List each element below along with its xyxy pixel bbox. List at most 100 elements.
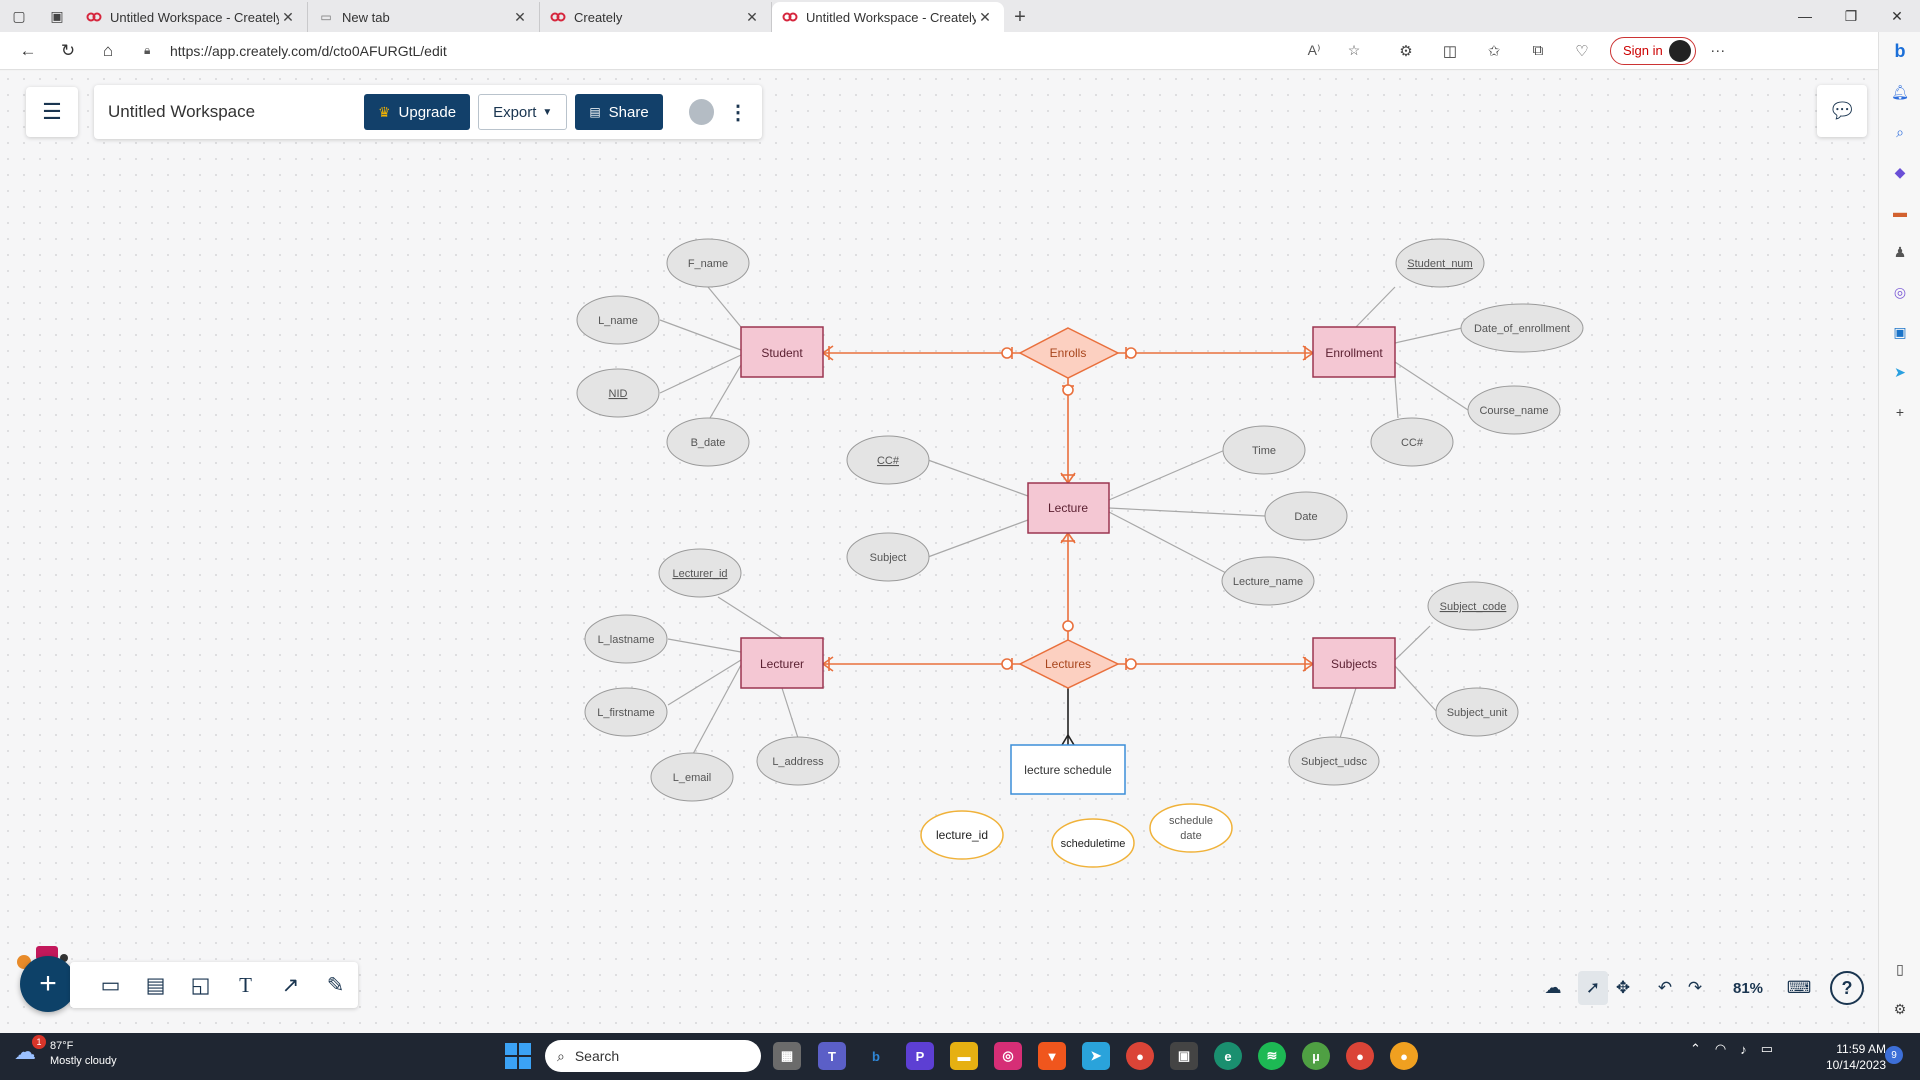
- taskbar-search-field[interactable]: ⌕ Search: [545, 1040, 761, 1072]
- send-icon[interactable]: ➤: [1879, 357, 1920, 387]
- help-button[interactable]: ?: [1830, 971, 1864, 1005]
- system-clock[interactable]: 11:59 AM 10/14/2023: [1816, 1041, 1886, 1073]
- select-pointer-icon[interactable]: ➚: [1578, 971, 1608, 1005]
- windows-start-icon[interactable]: [505, 1043, 531, 1069]
- add-shape-button[interactable]: +: [20, 956, 76, 1012]
- volume-icon[interactable]: ♪: [1740, 1042, 1747, 1057]
- user-presence-avatar[interactable]: [688, 99, 714, 125]
- bing-icon[interactable]: b: [862, 1042, 890, 1070]
- notification-badge[interactable]: 9: [1885, 1046, 1903, 1064]
- battery-icon[interactable]: ▭: [1761, 1041, 1773, 1057]
- entity-student[interactable]: Student: [740, 326, 824, 378]
- attribute-student-num[interactable]: Student_num: [1395, 238, 1485, 288]
- relationship-enrolls[interactable]: Enrolls: [1018, 327, 1120, 379]
- workspace-title[interactable]: Untitled Workspace: [108, 102, 364, 122]
- share-button[interactable]: ▤ Share: [575, 94, 663, 130]
- entity-lecturer[interactable]: Lecturer: [740, 637, 824, 689]
- close-window-icon[interactable]: ✕: [1874, 0, 1920, 32]
- toolbox-icon[interactable]: ▬: [1879, 197, 1920, 227]
- attribute-lecture-id[interactable]: lecture_id: [920, 810, 1004, 860]
- weather-widget[interactable]: ☁ 1 87°F Mostly cloudy: [14, 1035, 117, 1069]
- er-diagram: Student Enrollment Lecture Lecturer Subj…: [576, 238, 1584, 868]
- utorrent-icon[interactable]: µ: [1302, 1042, 1330, 1070]
- attribute-schedule-date[interactable]: schedule date: [1149, 803, 1233, 853]
- attribute-subject-unit[interactable]: Subject_unit: [1435, 687, 1519, 737]
- file-explorer-icon[interactable]: ▬: [950, 1042, 978, 1070]
- attribute-lecture-subject[interactable]: Subject: [846, 532, 930, 582]
- attribute-scheduletime[interactable]: scheduletime: [1051, 818, 1135, 868]
- pan-move-icon[interactable]: ✥: [1608, 971, 1638, 1005]
- attribute-date-of-enrollment[interactable]: Date_of_enrollment: [1460, 303, 1584, 353]
- attribute-label: Subject_code: [1440, 601, 1507, 613]
- attribute-lecturer-id[interactable]: Lecturer_id: [658, 548, 742, 598]
- office-icon[interactable]: ◎: [1879, 277, 1920, 307]
- relationship-label: Lectures: [1045, 657, 1091, 671]
- attribute-l-email[interactable]: L_email: [650, 752, 734, 802]
- search-icon[interactable]: ⌕: [1879, 117, 1920, 147]
- attribute-course-name[interactable]: Course_name: [1467, 385, 1561, 435]
- undo-icon[interactable]: ↶: [1650, 971, 1680, 1005]
- brave-icon[interactable]: ▼: [1038, 1042, 1066, 1070]
- attribute-label: L_name: [598, 315, 638, 327]
- text-tool-icon[interactable]: T: [223, 965, 268, 1005]
- hamburger-menu-icon[interactable]: ☰: [26, 87, 78, 137]
- attribute-f-name[interactable]: F_name: [666, 238, 750, 288]
- cloud-sync-icon[interactable]: ☁: [1538, 971, 1568, 1005]
- more-options-icon[interactable]: ⋮: [728, 100, 748, 125]
- chrome-canary-icon[interactable]: ●: [1390, 1042, 1418, 1070]
- outlook-icon[interactable]: ▣: [1879, 317, 1920, 347]
- task-view-icon[interactable]: ▦: [773, 1042, 801, 1070]
- copilot-icon[interactable]: b: [1879, 36, 1920, 66]
- tag-icon[interactable]: ◆: [1879, 157, 1920, 187]
- rectangle-tool-icon[interactable]: ▭: [88, 965, 133, 1005]
- attribute-label: Student_num: [1407, 258, 1472, 270]
- bell-icon[interactable]: 🔔︎: [1879, 77, 1920, 107]
- attribute-l-address[interactable]: L_address: [756, 736, 840, 786]
- chrome-icon[interactable]: ●: [1126, 1042, 1154, 1070]
- pen-tool-icon[interactable]: ✎: [313, 965, 358, 1005]
- relationship-lectures[interactable]: Lectures: [1018, 639, 1120, 689]
- attribute-l-name[interactable]: L_name: [576, 295, 660, 345]
- attribute-label: L_firstname: [597, 707, 654, 719]
- spotify-icon[interactable]: ≋: [1258, 1042, 1286, 1070]
- attribute-lecture-name[interactable]: Lecture_name: [1221, 556, 1315, 606]
- attribute-enrollment-cc[interactable]: CC#: [1370, 417, 1454, 467]
- sticky-note-tool-icon[interactable]: ◱: [178, 965, 223, 1005]
- attribute-l-lastname[interactable]: L_lastname: [584, 614, 668, 664]
- schedule-connector: [1061, 688, 1075, 746]
- keyboard-shortcuts-icon[interactable]: ⌨: [1784, 971, 1814, 1005]
- edge-icon[interactable]: e: [1214, 1042, 1242, 1070]
- attribute-time[interactable]: Time: [1222, 425, 1306, 475]
- instagram-icon[interactable]: ◎: [994, 1042, 1022, 1070]
- text-box-tool-icon[interactable]: ▤: [133, 965, 178, 1005]
- entity-lecture-schedule[interactable]: lecture schedule: [1010, 744, 1126, 795]
- zoom-level[interactable]: 81%: [1724, 980, 1772, 997]
- chrome-profile-icon[interactable]: ●: [1346, 1042, 1374, 1070]
- attribute-l-firstname[interactable]: L_firstname: [584, 687, 668, 737]
- attribute-subject-code[interactable]: Subject_code: [1427, 581, 1519, 631]
- settings-gear-icon[interactable]: ⚙: [1879, 994, 1920, 1024]
- redo-icon[interactable]: ↷: [1680, 971, 1710, 1005]
- telegram-icon[interactable]: ➤: [1082, 1042, 1110, 1070]
- wifi-icon[interactable]: ◠: [1715, 1041, 1726, 1057]
- attribute-b-date[interactable]: B_date: [666, 417, 750, 467]
- entity-enrollment[interactable]: Enrollment: [1312, 326, 1396, 378]
- connector-tool-icon[interactable]: ↗: [268, 965, 313, 1005]
- games-icon[interactable]: ♟: [1879, 237, 1920, 267]
- attribute-date[interactable]: Date: [1264, 491, 1348, 541]
- attribute-subject-udsc[interactable]: Subject_udsc: [1288, 736, 1380, 786]
- add-icon[interactable]: +: [1879, 397, 1920, 427]
- comment-icon[interactable]: 💬︎: [1817, 85, 1867, 137]
- export-button[interactable]: Export ▼: [478, 94, 568, 130]
- store-icon[interactable]: ▣: [1170, 1042, 1198, 1070]
- upgrade-label: Upgrade: [398, 103, 457, 121]
- teams-icon[interactable]: T: [818, 1042, 846, 1070]
- entity-lecture[interactable]: Lecture: [1027, 482, 1110, 534]
- sidebar-toggle-icon[interactable]: ▯: [1879, 954, 1920, 984]
- chevron-up-icon[interactable]: ⌃: [1690, 1041, 1701, 1057]
- attribute-lecture-cc[interactable]: CC#: [846, 435, 930, 485]
- upgrade-button[interactable]: ♛ Upgrade: [363, 94, 471, 130]
- attribute-nid[interactable]: NID: [576, 368, 660, 418]
- entity-subjects[interactable]: Subjects: [1312, 637, 1396, 689]
- picsart-icon[interactable]: P: [906, 1042, 934, 1070]
